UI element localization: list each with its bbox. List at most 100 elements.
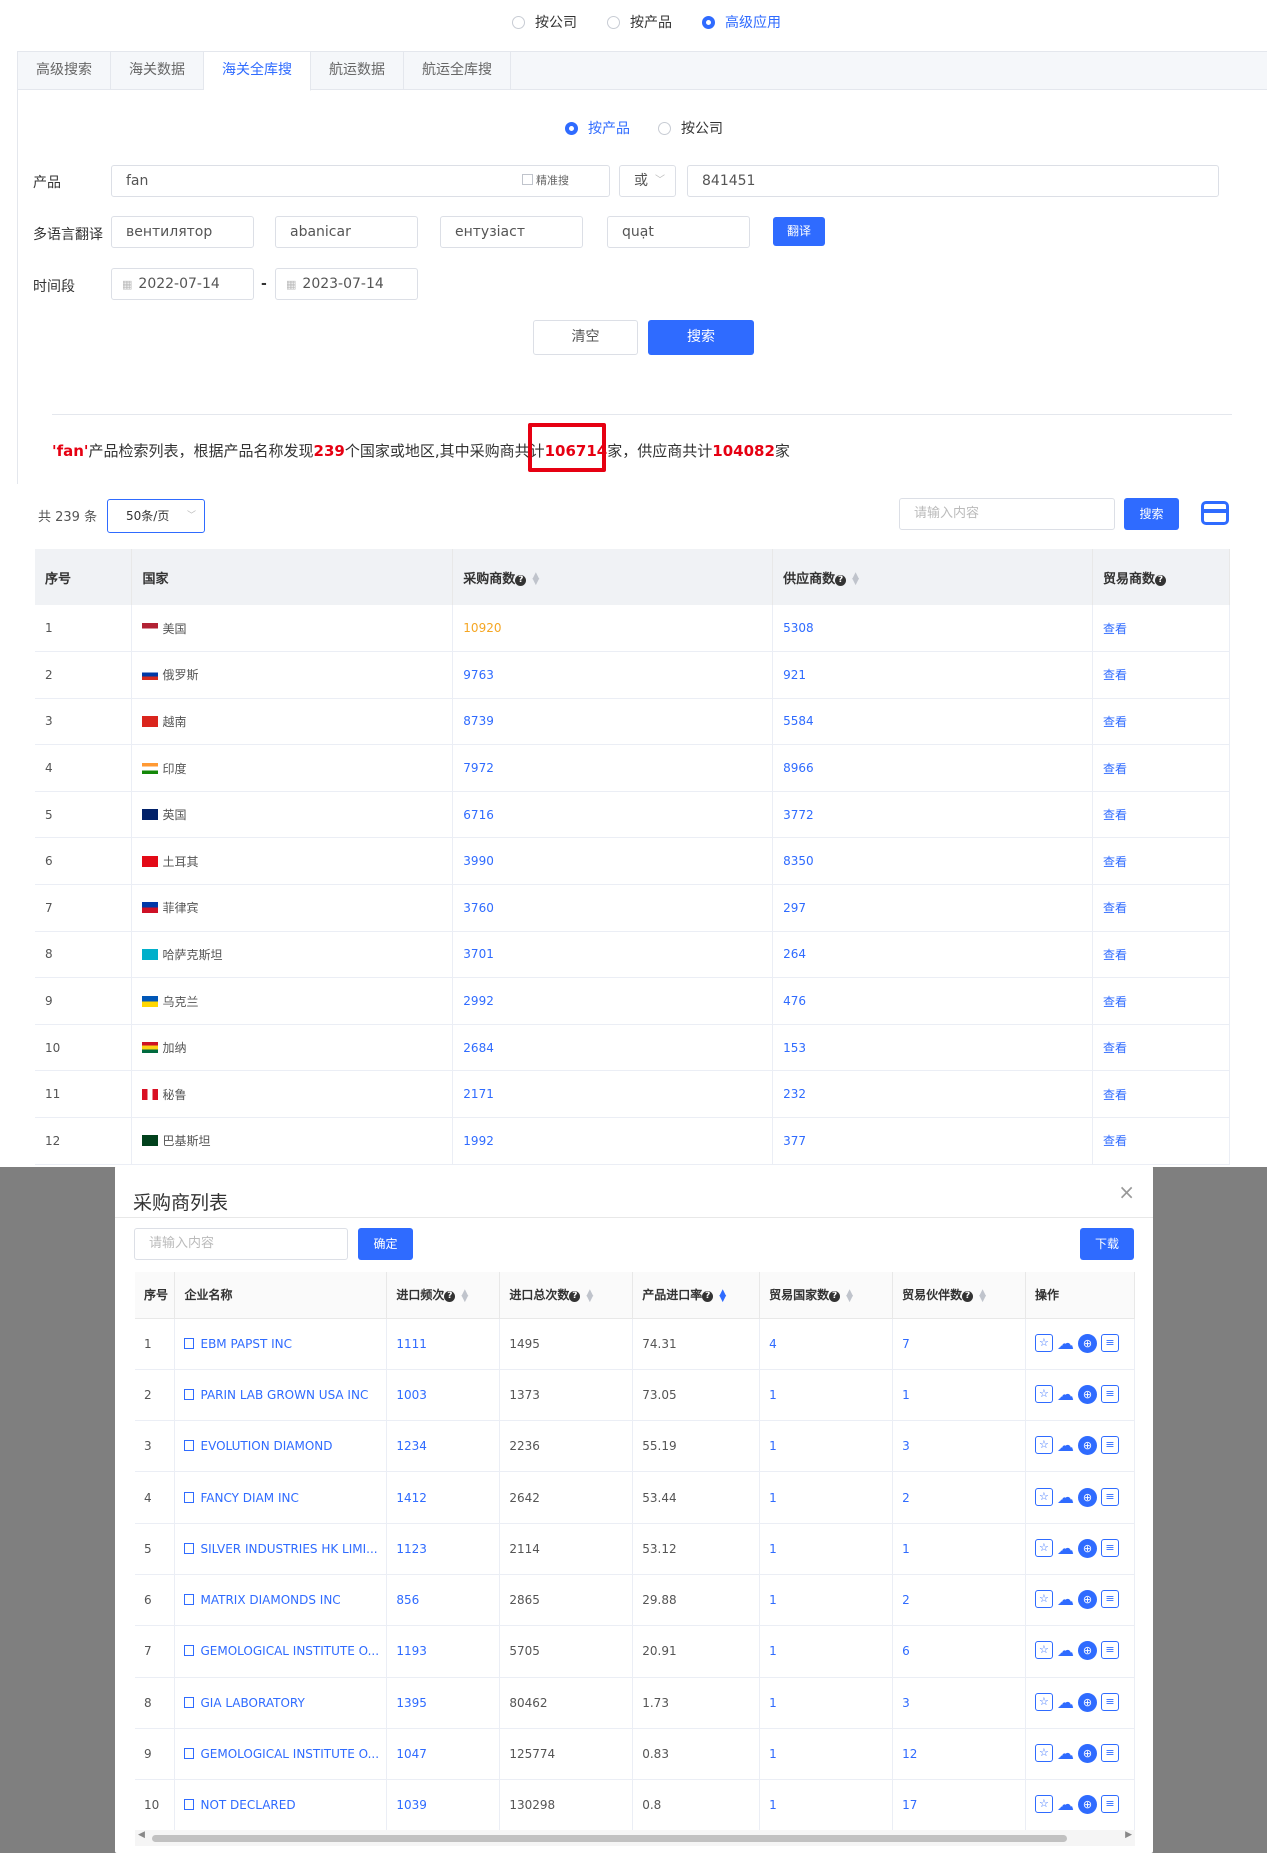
globe-icon[interactable]: ⊕	[1077, 1436, 1097, 1456]
traders-view-link[interactable]: 查看	[1092, 791, 1230, 839]
company-link[interactable]: MATRIX DIAMONDS INC	[174, 1574, 388, 1627]
clear-button[interactable]: 清空	[533, 320, 638, 355]
tab-customs-full-search[interactable]: 海关全库搜	[204, 52, 311, 91]
favorite-icon[interactable]: ☆	[1034, 1692, 1053, 1711]
date-to-input[interactable]: ▦ 2023-07-14	[275, 268, 418, 300]
cloud-icon[interactable]: ☁	[1057, 1693, 1074, 1713]
cloud-icon[interactable]: ☁	[1057, 1744, 1074, 1764]
freq-link[interactable]: 1123	[386, 1523, 501, 1575]
report-icon[interactable]: ≡	[1100, 1333, 1119, 1352]
suppliers-link[interactable]: 8350	[772, 837, 1094, 886]
tab-shipping-full-search[interactable]: 航运全库搜	[404, 52, 511, 89]
company-link[interactable]: PARIN LAB GROWN USA INC	[174, 1369, 388, 1422]
buyers-link[interactable]: 2992	[452, 977, 774, 1025]
tab-advanced-search[interactable]: 高级搜索	[18, 52, 111, 89]
buyers-link[interactable]: 6716	[452, 791, 774, 839]
partners-link[interactable]: 1	[892, 1523, 1026, 1575]
buyers-link[interactable]: 2171	[452, 1070, 774, 1119]
favorite-icon[interactable]: ☆	[1034, 1384, 1053, 1403]
partners-link[interactable]: 2	[892, 1471, 1026, 1524]
company-link[interactable]: GEMOLOGICAL INSTITUTE O...	[174, 1728, 388, 1781]
globe-icon[interactable]: ⊕	[1077, 1333, 1097, 1353]
search-mode-product[interactable]: 按产品	[565, 118, 630, 138]
traders-view-link[interactable]: 查看	[1092, 605, 1230, 653]
col-header-freq[interactable]: 进口频次? ▲ ▼	[386, 1272, 501, 1319]
freq-link[interactable]: 1234	[386, 1420, 501, 1473]
suppliers-link[interactable]: 5308	[772, 605, 1094, 653]
cloud-icon[interactable]: ☁	[1057, 1488, 1074, 1508]
list-search-button[interactable]: 搜索	[1124, 498, 1179, 530]
scroll-thumb[interactable]	[152, 1835, 1067, 1842]
translate-button[interactable]: 翻译	[773, 217, 825, 246]
sort-icon[interactable]: ▲ ▼	[586, 1288, 593, 1303]
tab-shipping-data[interactable]: 航运数据	[311, 52, 404, 89]
report-icon[interactable]: ≡	[1100, 1744, 1119, 1763]
report-icon[interactable]: ≡	[1100, 1436, 1119, 1455]
suppliers-link[interactable]: 3772	[772, 791, 1094, 839]
freq-link[interactable]: 1111	[386, 1318, 501, 1370]
buyers-link[interactable]: 9763	[452, 651, 774, 699]
download-button[interactable]: 下载	[1080, 1228, 1134, 1260]
mode-radio-advanced[interactable]: 高级应用	[702, 12, 781, 32]
traders-view-link[interactable]: 查看	[1092, 1070, 1230, 1119]
exact-search-checkbox[interactable]: 精准搜	[522, 166, 569, 196]
suppliers-link[interactable]: 476	[772, 977, 1094, 1025]
favorite-icon[interactable]: ☆	[1034, 1795, 1053, 1814]
freq-link[interactable]: 1395	[386, 1677, 501, 1729]
suppliers-link[interactable]: 921	[772, 651, 1094, 699]
tab-customs-data[interactable]: 海关数据	[111, 52, 204, 89]
buyers-link[interactable]: 3990	[452, 837, 774, 886]
sort-icon[interactable]: ▲ ▼	[719, 1288, 726, 1303]
traders-view-link[interactable]: 查看	[1092, 931, 1230, 979]
suppliers-link[interactable]: 5584	[772, 698, 1094, 746]
buyers-link[interactable]: 1992	[452, 1117, 774, 1165]
company-link[interactable]: EVOLUTION DIAMOND	[174, 1420, 388, 1473]
freq-link[interactable]: 1047	[386, 1728, 501, 1781]
favorite-icon[interactable]: ☆	[1034, 1333, 1053, 1352]
sort-icon[interactable]: ▲ ▼	[532, 572, 539, 587]
date-from-input[interactable]: ▦ 2022-07-14	[111, 268, 254, 300]
globe-icon[interactable]: ⊕	[1077, 1384, 1097, 1404]
countries-link[interactable]: 1	[759, 1728, 894, 1781]
col-header-partners[interactable]: 贸易伙伴数? ▲ ▼	[892, 1272, 1026, 1319]
buyers-link[interactable]: 3760	[452, 884, 774, 932]
partners-link[interactable]: 3	[892, 1420, 1026, 1473]
scroll-left-icon[interactable]: ◀	[138, 1830, 145, 1840]
traders-view-link[interactable]: 查看	[1092, 744, 1230, 792]
report-icon[interactable]: ≡	[1100, 1641, 1119, 1660]
translation-input-2[interactable]: abanicar	[275, 216, 418, 248]
globe-icon[interactable]: ⊕	[1077, 1538, 1097, 1558]
sort-icon[interactable]: ▲ ▼	[852, 572, 859, 587]
freq-link[interactable]: 1193	[386, 1625, 501, 1678]
buyers-link[interactable]: 3701	[452, 931, 774, 979]
traders-view-link[interactable]: 查看	[1092, 977, 1230, 1025]
cloud-icon[interactable]: ☁	[1057, 1539, 1074, 1559]
globe-icon[interactable]: ⊕	[1077, 1744, 1097, 1764]
countries-link[interactable]: 1	[759, 1420, 894, 1473]
countries-link[interactable]: 1	[759, 1574, 894, 1627]
globe-icon[interactable]: ⊕	[1077, 1590, 1097, 1610]
list-search-input[interactable]: 请输入内容	[899, 498, 1115, 530]
print-icon[interactable]	[1201, 501, 1229, 525]
countries-link[interactable]: 4	[759, 1318, 894, 1370]
modal-confirm-button[interactable]: 确定	[358, 1228, 413, 1260]
countries-link[interactable]: 1	[759, 1779, 894, 1832]
favorite-icon[interactable]: ☆	[1034, 1538, 1053, 1557]
translation-input-4[interactable]: quạt	[607, 216, 750, 248]
company-link[interactable]: SILVER INDUSTRIES HK LIMI...	[174, 1523, 388, 1575]
hs-code-input[interactable]: 841451	[687, 165, 1219, 197]
report-icon[interactable]: ≡	[1100, 1692, 1119, 1711]
translation-input-1[interactable]: вентилятор	[111, 216, 254, 248]
cloud-icon[interactable]: ☁	[1057, 1795, 1074, 1815]
search-mode-company[interactable]: 按公司	[658, 118, 723, 138]
countries-link[interactable]: 1	[759, 1369, 894, 1422]
traders-view-link[interactable]: 查看	[1092, 1117, 1230, 1165]
scroll-right-icon[interactable]: ▶	[1125, 1830, 1132, 1840]
cloud-icon[interactable]: ☁	[1057, 1436, 1074, 1456]
buyers-link[interactable]: 8739	[452, 698, 774, 746]
freq-link[interactable]: 1003	[386, 1369, 501, 1422]
traders-view-link[interactable]: 查看	[1092, 884, 1230, 932]
freq-link[interactable]: 856	[386, 1574, 501, 1627]
company-link[interactable]: GIA LABORATORY	[174, 1677, 388, 1729]
company-link[interactable]: EBM PAPST INC	[174, 1318, 388, 1370]
